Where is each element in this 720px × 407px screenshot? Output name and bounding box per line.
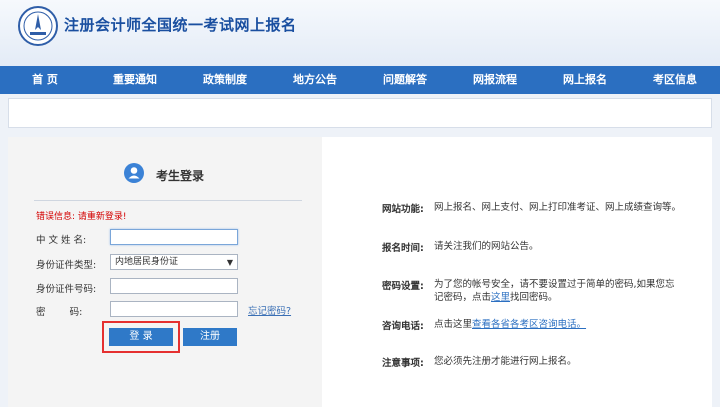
info-value: 您必须先注册才能进行网上报名。 <box>434 356 577 367</box>
exam-emblem-icon <box>18 6 58 46</box>
phone-list-link[interactable]: 查看各省各考区咨询电话。 <box>472 319 586 330</box>
info-key: 报名时间: <box>382 243 424 254</box>
info-panel: 网站功能: 网上报名、网上支付、网上打印准考证、网上成绩查询等。 报名时间: 请… <box>8 137 712 407</box>
page-header: 注册会计师全国统一考试网上报名 <box>0 0 720 66</box>
info-key: 网站功能: <box>382 204 424 215</box>
main-nav: 首 页 重要通知 政策制度 地方公告 问题解答 网报流程 网上报名 考区信息 <box>0 66 720 94</box>
nav-item-home[interactable]: 首 页 <box>0 66 90 94</box>
info-value: 点击这里查看各省各考区咨询电话。 <box>434 318 684 331</box>
info-value: 请关注我们的网站公告。 <box>434 241 539 252</box>
nav-item-notices[interactable]: 重要通知 <box>90 66 180 94</box>
nav-item-process[interactable]: 网报流程 <box>450 66 540 94</box>
nav-item-faq[interactable]: 问题解答 <box>360 66 450 94</box>
info-key: 密码设置: <box>382 281 424 292</box>
nav-item-online-registration[interactable]: 网上报名 <box>540 66 630 94</box>
nav-item-policy[interactable]: 政策制度 <box>180 66 270 94</box>
info-text: 找回密码。 <box>510 292 558 303</box>
info-value: 网上报名、网上支付、网上打印准考证、网上成绩查询等。 <box>434 202 682 213</box>
site-title: 注册会计师全国统一考试网上报名 <box>64 16 297 34</box>
notice-bar <box>8 98 712 128</box>
info-value: 为了您的帐号安全，请不要设置过于简单的密码,如果您忘记密码，点击这里找回密码。 <box>434 278 684 304</box>
info-key: 咨询电话: <box>382 321 424 332</box>
main-content: 考生登录 错误信息: 请重新登录! 中 文 姓 名: 身份证件类型: 内地居民身… <box>8 137 712 407</box>
info-text: 点击这里 <box>434 319 473 330</box>
info-key: 注意事项: <box>382 358 424 369</box>
nav-item-local-announcements[interactable]: 地方公告 <box>270 66 360 94</box>
nav-item-exam-area-info[interactable]: 考区信息 <box>630 66 720 94</box>
recover-password-link[interactable]: 这里 <box>491 292 510 303</box>
